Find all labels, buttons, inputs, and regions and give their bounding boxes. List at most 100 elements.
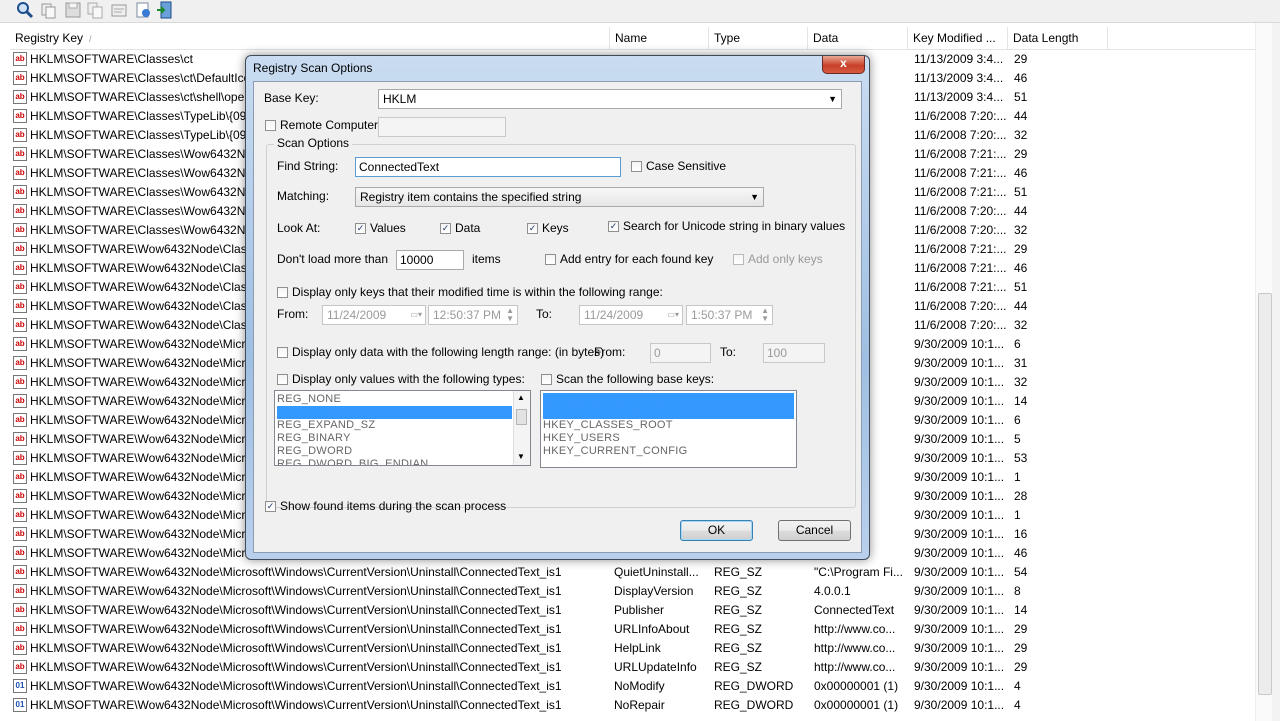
string-value-icon: ab	[13, 565, 27, 579]
look-data-checkbox[interactable]: ✓	[440, 223, 451, 234]
look-values-checkbox[interactable]: ✓	[355, 223, 366, 234]
matching-combo[interactable]: Registry item contains the specified str…	[355, 187, 764, 207]
table-row[interactable]: ab HKLM\SOFTWARE\Wow6432Node\Microsoft\Wi…	[10, 639, 1255, 658]
column-name[interactable]: Name	[610, 27, 709, 49]
unicode-checkbox[interactable]: ✓	[608, 221, 619, 232]
table-row[interactable]: 01 HKLM\SOFTWARE\Wow6432Node\Microsoft\Wi…	[10, 696, 1255, 715]
string-value-icon: ab	[13, 603, 27, 617]
string-value-icon: ab	[13, 546, 27, 560]
base-keys-checkbox[interactable]	[541, 374, 552, 385]
list-item[interactable]: HKEY_CLASSES_ROOT	[543, 419, 794, 432]
table-row[interactable]: ab HKLM\SOFTWARE\Wow6432Node\Microsoft\Wi…	[10, 563, 1255, 582]
add-only-keys-checkbox[interactable]	[733, 254, 744, 265]
exit-icon[interactable]	[156, 1, 174, 19]
table-row[interactable]: ab HKLM\SOFTWARE\Wow6432Node\Microsoft\Wi…	[10, 601, 1255, 620]
list-item[interactable]: HKEY_USERS	[543, 432, 794, 445]
list-item[interactable]: REG_SZ	[277, 406, 512, 419]
refresh-icon[interactable]	[134, 1, 152, 19]
cell-key: HKLM\SOFTWARE\Wow6432Node\Microsoft\Wind…	[30, 641, 562, 655]
properties-icon[interactable]	[110, 1, 128, 19]
list-scrollbar[interactable]: ▲ ▼	[513, 391, 530, 465]
cell-modified: 9/30/2009 10:1...	[914, 337, 1005, 351]
list-item[interactable]: REG_DWORD_BIG_ENDIAN	[277, 458, 512, 465]
cell-modified: 9/30/2009 10:1...	[914, 432, 1005, 446]
cell-modified: 9/30/2009 10:1...	[914, 546, 1005, 560]
table-row[interactable]: 01 HKLM\SOFTWARE\Wow6432Node\Microsoft\Wi…	[10, 677, 1255, 696]
table-row[interactable]: ab HKLM\SOFTWARE\Wow6432Node\Microsoft\Wi…	[10, 658, 1255, 677]
list-item[interactable]: HKEY_LOCAL_MACHINE	[543, 393, 794, 406]
cell-modified: 9/30/2009 10:1...	[914, 356, 1005, 370]
length-to-input[interactable]: 100	[763, 343, 825, 363]
cell-modified: 9/30/2009 10:1...	[914, 470, 1005, 484]
cell-key: HKLM\SOFTWARE\Wow6432Node\Microsoft\Wind…	[30, 698, 562, 712]
show-found-checkbox[interactable]: ✓	[265, 501, 276, 512]
cell-modified: 11/6/2008 7:21:...	[914, 166, 1007, 180]
cell-modified: 9/30/2009 10:1...	[914, 527, 1005, 541]
find-string-input[interactable]: ConnectedText	[355, 157, 621, 177]
string-value-icon: ab	[13, 318, 27, 332]
vertical-scrollbar[interactable]	[1255, 23, 1273, 721]
dont-load-label: Don't load more than	[277, 252, 389, 266]
look-data-label: Data	[455, 221, 481, 235]
close-button[interactable]: x	[822, 56, 865, 74]
list-item[interactable]: HKEY_CURRENT_CONFIG	[543, 445, 794, 458]
base-key-label: Base Key:	[264, 91, 319, 105]
case-sensitive-checkbox[interactable]	[631, 161, 642, 172]
list-item[interactable]: REG_EXPAND_SZ	[277, 419, 512, 432]
cell-name: URLInfoAbout	[614, 622, 690, 636]
cell-length: 6	[1014, 413, 1021, 427]
cancel-button[interactable]: Cancel	[778, 520, 851, 541]
base-keys-list[interactable]: HKEY_LOCAL_MACHINE HKEY_CURRENT_USER HKEY_…	[540, 390, 797, 468]
column-data[interactable]: Data	[808, 27, 908, 49]
dialog-client: Base Key: HKLM ▼ Remote Computer: Scan Op…	[253, 81, 862, 553]
to-date-picker[interactable]: 11/24/2009 ▭▾	[579, 305, 683, 325]
length-from-input[interactable]: 0	[650, 343, 711, 363]
list-item[interactable]: REG_BINARY	[277, 432, 512, 445]
add-entry-checkbox[interactable]	[545, 254, 556, 265]
list-item[interactable]: REG_DWORD	[277, 445, 512, 458]
column-key-modified[interactable]: Key Modified ...	[908, 27, 1008, 49]
cell-length: 44	[1014, 299, 1028, 313]
from-date-picker[interactable]: 11/24/2009 ▭▾	[322, 305, 426, 325]
value-types-checkbox[interactable]	[277, 374, 288, 385]
string-value-icon: ab	[13, 394, 27, 408]
table-row[interactable]: ab HKLM\SOFTWARE\Wow6432Node\Microsoft\Wi…	[10, 582, 1255, 601]
value-types-list[interactable]: ▲ ▼ REG_NONE REG_SZ REG_EXPAND_SZ REG_BINAR…	[274, 390, 531, 466]
to-label: To:	[536, 307, 553, 321]
to-time-picker[interactable]: 1:50:37 PM ▲ ▼	[686, 305, 773, 325]
string-value-icon: ab	[13, 166, 27, 180]
string-value-icon: ab	[13, 660, 27, 674]
column-type[interactable]: Type	[709, 27, 808, 49]
base-key-combo[interactable]: HKLM ▼	[378, 89, 842, 109]
look-keys-checkbox[interactable]: ✓	[527, 223, 538, 234]
find-icon[interactable]	[16, 1, 34, 19]
cell-modified: 9/30/2009 10:1...	[914, 603, 1005, 617]
save-icon[interactable]	[64, 1, 82, 19]
modified-range-checkbox[interactable]	[277, 287, 288, 298]
cell-length: 28	[1014, 489, 1028, 503]
cell-length: 53	[1014, 451, 1028, 465]
cell-length: 16	[1014, 527, 1028, 541]
from-time-value: 12:50:37 PM	[433, 308, 502, 322]
string-value-icon: ab	[13, 375, 27, 389]
copy-icon[interactable]	[40, 1, 58, 19]
list-item[interactable]: HKEY_CURRENT_USER	[543, 406, 794, 419]
length-range-checkbox[interactable]	[277, 347, 288, 358]
remote-computer-checkbox[interactable]	[265, 120, 276, 131]
column-registry-key-label: Registry Key	[15, 31, 84, 45]
scrollbar-thumb[interactable]	[516, 409, 527, 425]
remote-computer-label: Remote Computer:	[280, 118, 382, 132]
table-row[interactable]: ab HKLM\SOFTWARE\Wow6432Node\Microsoft\Wi…	[10, 620, 1255, 639]
column-registry-key[interactable]: Registry Key /	[10, 27, 610, 49]
ok-button[interactable]: OK	[680, 520, 753, 541]
cell-name: DisplayVersion	[614, 584, 694, 598]
from-time-picker[interactable]: 12:50:37 PM ▲ ▼	[428, 305, 518, 325]
dont-load-input[interactable]: 10000	[396, 250, 464, 270]
remote-computer-field[interactable]	[378, 117, 506, 137]
list-item[interactable]: REG_NONE	[277, 393, 512, 406]
copy-selected-icon[interactable]	[86, 1, 104, 19]
length-range-label: Display only data with the following len…	[292, 345, 605, 359]
matching-value: Registry item contains the specified str…	[360, 190, 582, 204]
column-data-length[interactable]: Data Length	[1008, 27, 1108, 49]
scrollbar-thumb[interactable]	[1258, 293, 1272, 695]
